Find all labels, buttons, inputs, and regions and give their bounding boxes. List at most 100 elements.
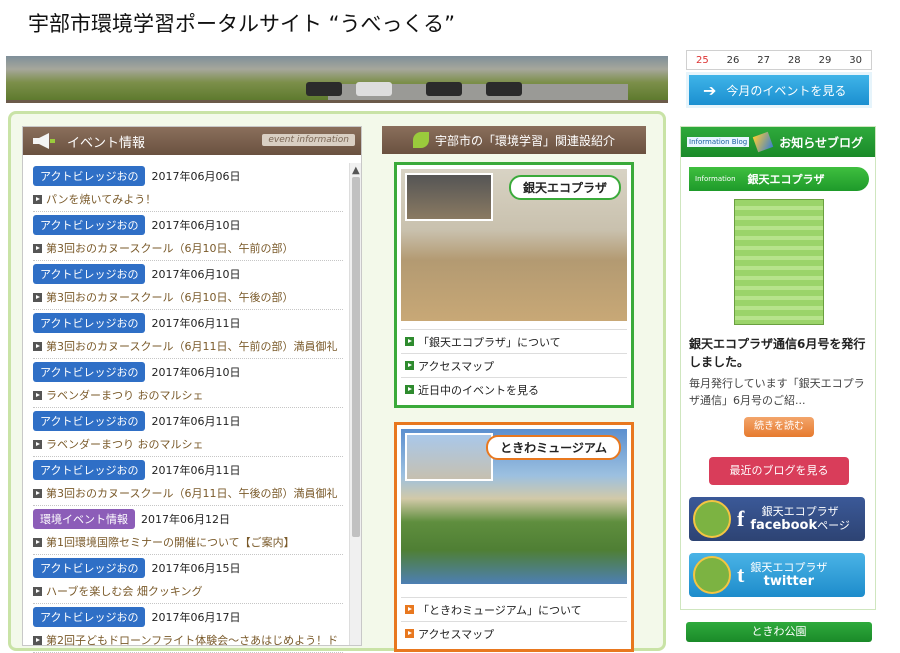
event-date: 2017年06月11日 [151, 317, 241, 330]
pencil-icon [752, 131, 774, 153]
facility-link[interactable]: 「銀天エコプラザ」について [401, 329, 627, 353]
event-title[interactable]: 第1回環境国際セミナーの開催について【ご案内】 [46, 534, 295, 550]
blog-title: お知らせブログ [779, 135, 863, 150]
car [356, 82, 392, 96]
event-title[interactable]: 第3回おのカヌースクール（6月11日、午前の部）満員御礼 [46, 338, 337, 354]
event-item[interactable]: アクトビレッジおの 2017年06月11日第3回おのカヌースクール（6月11日、午… [33, 457, 343, 506]
event-category-badge[interactable]: 環境イベント情報 [33, 509, 135, 529]
facility-card-tokiwa: ときわミュージアム 「ときわミュージアム」について アクセスマップ [394, 422, 634, 652]
event-title[interactable]: 第2回子どもドローンフライト体験会～さあはじめよう！ド [46, 632, 338, 648]
read-more-button[interactable]: 続きを読む [744, 417, 814, 437]
event-item[interactable]: アクトビレッジおの 2017年06月06日パンを焼いてみよう！ [33, 163, 343, 212]
blog-post-title[interactable]: 銀天エコプラザ通信6月号を発行しました。 [689, 335, 869, 371]
arrow-icon [33, 635, 42, 645]
event-item-meta: アクトビレッジおの 2017年06月10日 [33, 215, 343, 235]
event-category-badge[interactable]: アクトビレッジおの [33, 215, 146, 235]
event-panel-subtitle: event information [262, 134, 355, 146]
event-item-meta: 環境イベント情報 2017年06月12日 [33, 509, 343, 529]
tokiwa-park-tab[interactable]: ときわ公園 [686, 622, 872, 642]
calendar-day[interactable]: 26 [727, 55, 740, 66]
facility-photo[interactable]: 銀天エコプラザ [401, 169, 627, 321]
event-item-title-row[interactable]: ハーブを楽しむ会 畑クッキング [33, 583, 343, 599]
event-item-meta: アクトビレッジおの 2017年06月11日 [33, 460, 343, 480]
event-list-scrollbar[interactable]: ▲ [349, 163, 361, 645]
event-item-title-row[interactable]: 第3回おのカヌースクール（6月10日、午前の部） [33, 240, 343, 256]
event-item[interactable]: アクトビレッジおの 2017年06月15日ハーブを楽しむ会 畑クッキング [33, 555, 343, 604]
facebook-line1: 銀天エコプラザ [761, 505, 839, 518]
facility-link[interactable]: アクセスマップ [401, 353, 627, 377]
event-category-badge[interactable]: アクトビレッジおの [33, 313, 146, 333]
facebook-banner[interactable]: f 銀天エコプラザ facebookページ [689, 497, 865, 541]
event-category-badge[interactable]: アクトビレッジおの [33, 460, 146, 480]
facility-name[interactable]: 銀天エコプラザ [508, 175, 621, 200]
info-blog-badge: Information Blog [687, 137, 750, 147]
event-title[interactable]: 第3回おのカヌースクール（6月10日、午後の部） [46, 289, 293, 305]
calendar-day[interactable]: 29 [819, 55, 832, 66]
twitter-banner[interactable]: t 銀天エコプラザ twitter [689, 553, 865, 597]
event-date: 2017年06月12日 [141, 513, 230, 526]
blog-tag[interactable]: Information 銀天エコプラザ [689, 167, 869, 191]
event-category-badge[interactable]: アクトビレッジおの [33, 166, 146, 186]
event-item-meta: アクトビレッジおの 2017年06月15日 [33, 558, 343, 578]
facility-photo[interactable]: ときわミュージアム [401, 429, 627, 584]
calendar-day[interactable]: 28 [788, 55, 801, 66]
facility-link-label: 「銀天エコプラザ」について [418, 335, 561, 349]
event-item-meta: アクトビレッジおの 2017年06月10日 [33, 362, 343, 382]
arrow-icon [33, 243, 42, 253]
facility-thumbnail [405, 173, 493, 221]
facility-link[interactable]: 近日中のイベントを見る [401, 377, 627, 401]
event-item[interactable]: アクトビレッジおの 2017年06月10日 第3回おのカヌースクール（6月10日、午… [33, 261, 343, 310]
calendar-day[interactable]: 30 [849, 55, 862, 66]
event-item[interactable]: アクトビレッジおの 2017年06月10日第3回おのカヌースクール（6月10日、午… [33, 212, 343, 261]
event-title[interactable]: 第3回おのカヌースクール（6月11日、午後の部）満員御礼 [46, 485, 337, 501]
facility-name[interactable]: ときわミュージアム [486, 435, 621, 460]
event-item-title-row[interactable]: パンを焼いてみよう！ [33, 191, 343, 207]
twitter-brand: twitter [763, 574, 814, 589]
event-date: 2017年06月10日 [151, 219, 241, 232]
calendar-day[interactable]: 27 [757, 55, 770, 66]
scroll-up-icon[interactable]: ▲ [352, 165, 360, 176]
event-item[interactable]: アクトビレッジおの 2017年06月11日第3回おのカヌースクール（6月11日、午… [33, 310, 343, 359]
event-item[interactable]: アクトビレッジおの 2017年06月10日ラベンダーまつり おのマルシェ [33, 359, 343, 408]
event-item-title-row[interactable]: 第3回おのカヌースクール（6月11日、午前の部）満員御礼 [33, 338, 343, 354]
event-item[interactable]: アクトビレッジおの 2017年06月17日 第2回子どもドローンフライト体験会～さあ… [33, 604, 343, 653]
event-category-badge[interactable]: アクトビレッジおの [33, 264, 146, 284]
arrow-icon [33, 439, 42, 449]
event-title[interactable]: 第3回おのカヌースクール（6月10日、午前の部） [46, 240, 293, 256]
mascot-icon [693, 556, 731, 594]
month-events-button[interactable]: ➔ 今月のイベントを見る [686, 72, 872, 108]
event-item-title-row[interactable]: 第3回おのカヌースクール（6月10日、午後の部） [33, 289, 343, 305]
event-category-badge[interactable]: アクトビレッジおの [33, 362, 146, 382]
event-item-title-row[interactable]: ラベンダーまつり おのマルシェ [33, 387, 343, 403]
event-category-badge[interactable]: アクトビレッジおの [33, 411, 146, 431]
facebook-icon: f [737, 506, 745, 531]
facility-link[interactable]: アクセスマップ [401, 621, 627, 645]
calendar-row: 25 26 27 28 29 30 [686, 50, 872, 70]
facility-link[interactable]: 「ときわミュージアム」について [401, 597, 627, 621]
event-title[interactable]: パンを焼いてみよう！ [46, 191, 156, 207]
megaphone-icon [33, 133, 55, 149]
event-item-title-row[interactable]: 第2回子どもドローンフライト体験会～さあはじめよう！ド [33, 632, 343, 648]
event-title[interactable]: ラベンダーまつり おのマルシェ [46, 387, 204, 403]
event-item-meta: アクトビレッジおの 2017年06月11日 [33, 313, 343, 333]
event-item-title-row[interactable]: 第1回環境国際セミナーの開催について【ご案内】 [33, 534, 343, 550]
scrollbar-thumb[interactable] [352, 177, 360, 537]
event-item-title-row[interactable]: ラベンダーまつり おのマルシェ [33, 436, 343, 452]
event-info-panel: イベント情報 event information アクトビレッジおの 2017年0… [22, 126, 362, 653]
facility-link-label: 近日中のイベントを見る [418, 383, 539, 397]
arrow-icon [33, 390, 42, 400]
newsletter-thumbnail[interactable] [734, 199, 824, 325]
event-category-badge[interactable]: アクトビレッジおの [33, 607, 146, 627]
calendar-day[interactable]: 25 [696, 55, 709, 66]
facility-link-label: アクセスマップ [418, 359, 495, 373]
event-title[interactable]: ラベンダーまつり おのマルシェ [46, 436, 204, 452]
event-panel-title: イベント情報 [67, 135, 146, 151]
event-date: 2017年06月11日 [151, 415, 241, 428]
recent-blog-button[interactable]: 最近のブログを見る [709, 457, 849, 485]
event-title[interactable]: ハーブを楽しむ会 畑クッキング [46, 583, 203, 599]
event-item[interactable]: 環境イベント情報 2017年06月12日第1回環境国際セミナーの開催について【ご案… [33, 506, 343, 555]
event-item-title-row[interactable]: 第3回おのカヌースクール（6月11日、午後の部）満員御礼 [33, 485, 343, 501]
event-category-badge[interactable]: アクトビレッジおの [33, 558, 146, 578]
event-item[interactable]: アクトビレッジおの 2017年06月11日ラベンダーまつり おのマルシェ [33, 408, 343, 457]
event-item-meta: アクトビレッジおの 2017年06月06日 [33, 166, 343, 186]
